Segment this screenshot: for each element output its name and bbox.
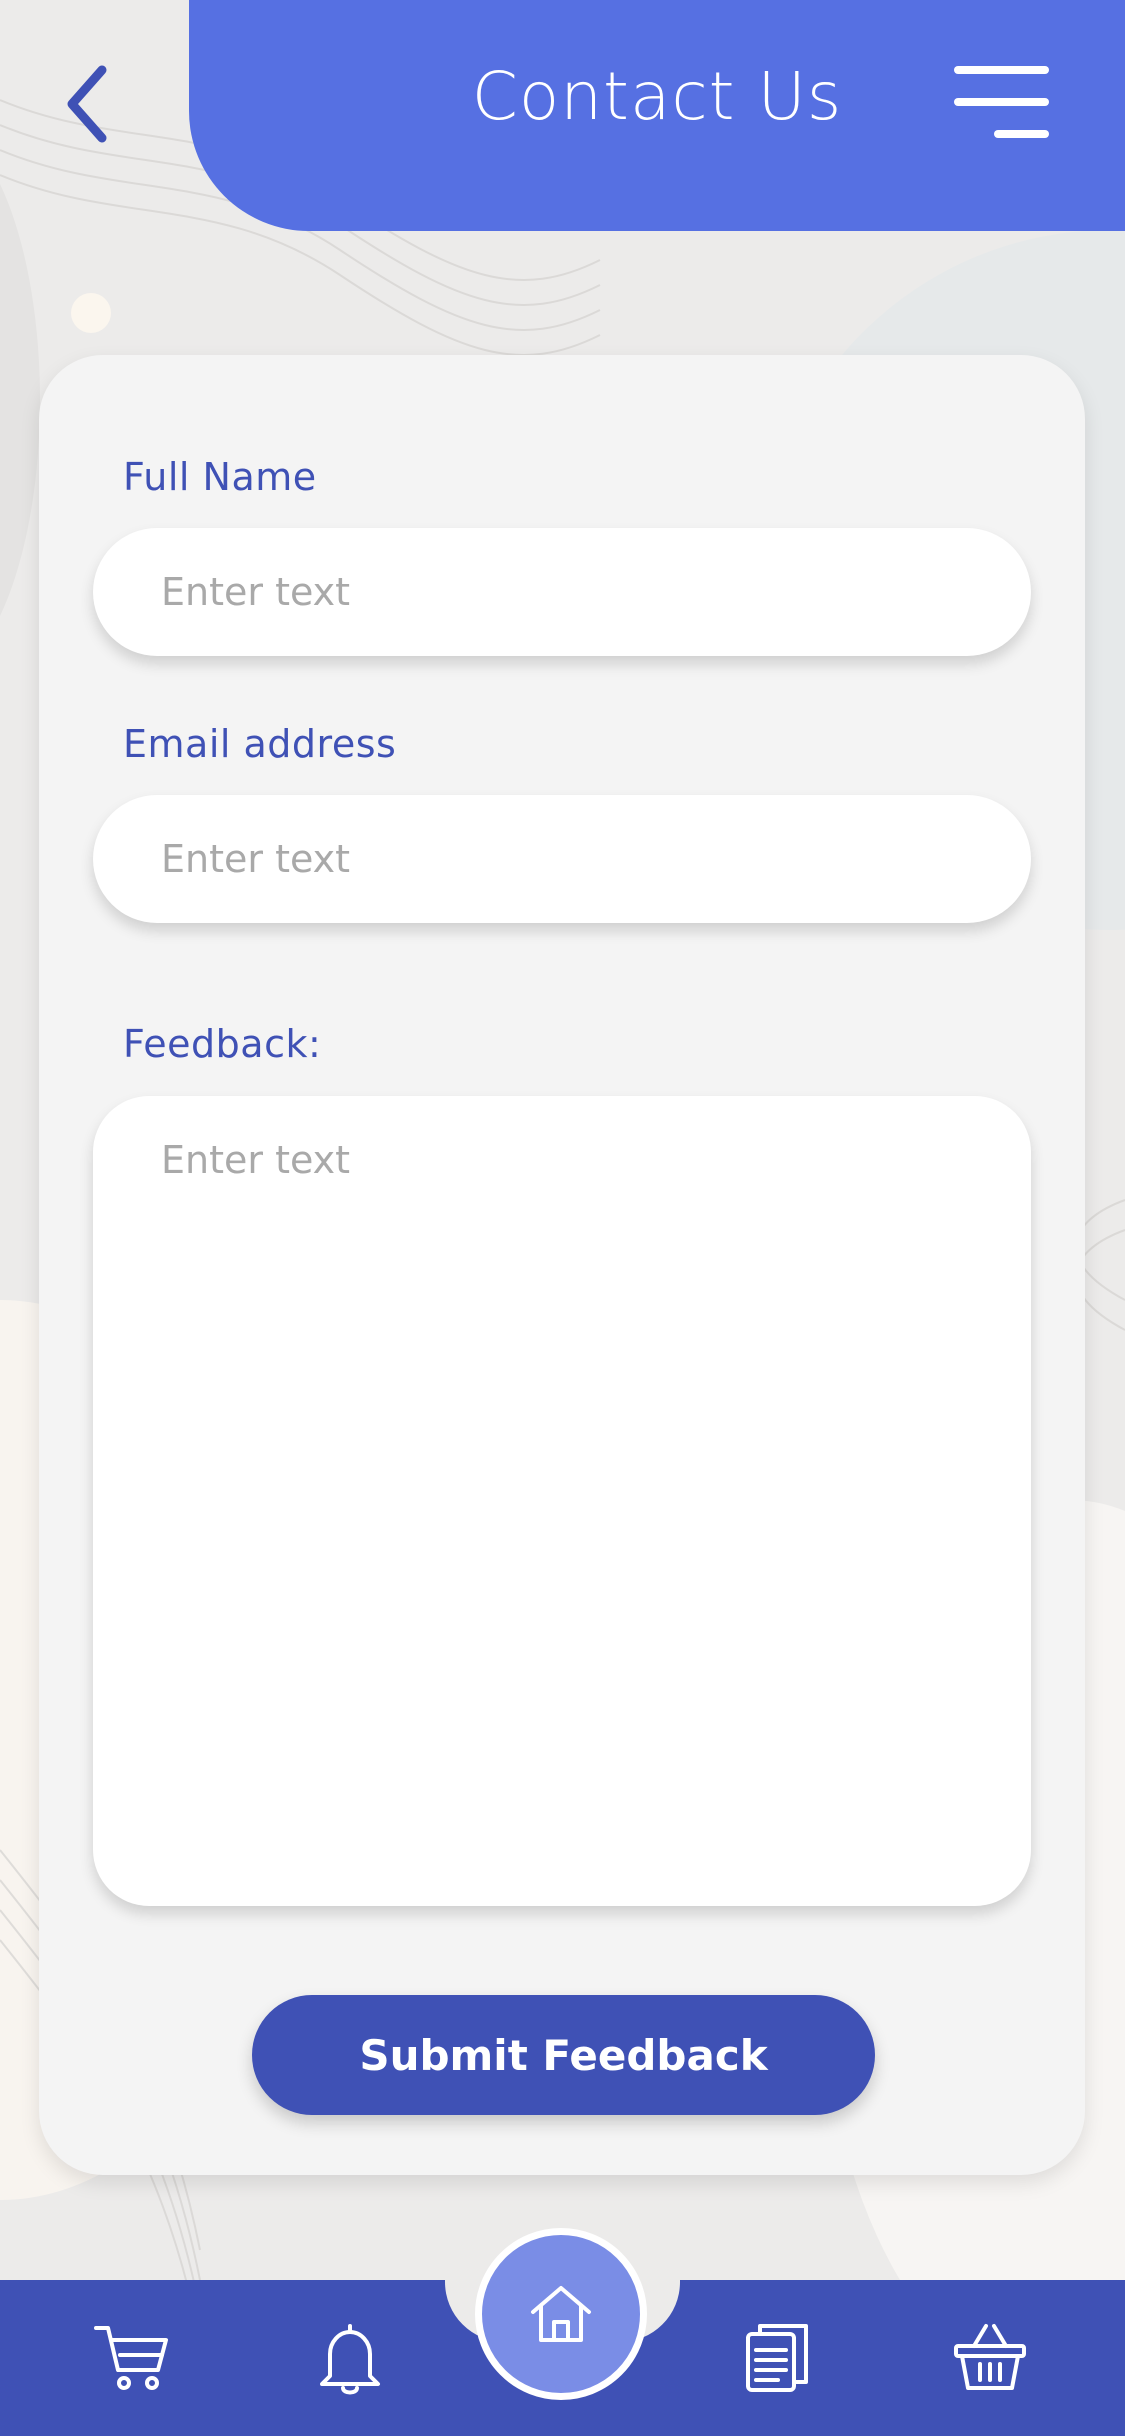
full-name-label: Full Name [123,455,317,499]
nav-cart-button[interactable] [92,2318,172,2398]
decorative-dot [71,293,111,333]
chevron-left-icon [67,65,107,143]
email-input[interactable] [93,795,1031,923]
documents-icon [746,2324,808,2392]
bell-icon [320,2324,380,2395]
nav-home-button[interactable] [475,2228,647,2400]
basket-icon [954,2324,1026,2390]
nav-notifications-button[interactable] [310,2318,390,2398]
menu-button[interactable] [950,62,1050,142]
feedback-textarea[interactable] [93,1096,1031,1906]
back-button[interactable] [62,62,122,147]
submit-feedback-button[interactable]: Submit Feedback [252,1995,875,2115]
nav-documents-button[interactable] [738,2318,818,2398]
email-label: Email address [123,722,397,766]
home-icon [531,2286,591,2342]
full-name-input[interactable] [93,528,1031,656]
feedback-label: Feedback: [123,1022,322,1066]
nav-basket-button[interactable] [950,2318,1030,2398]
hamburger-menu-icon [954,66,1049,138]
cart-icon [94,2326,168,2390]
